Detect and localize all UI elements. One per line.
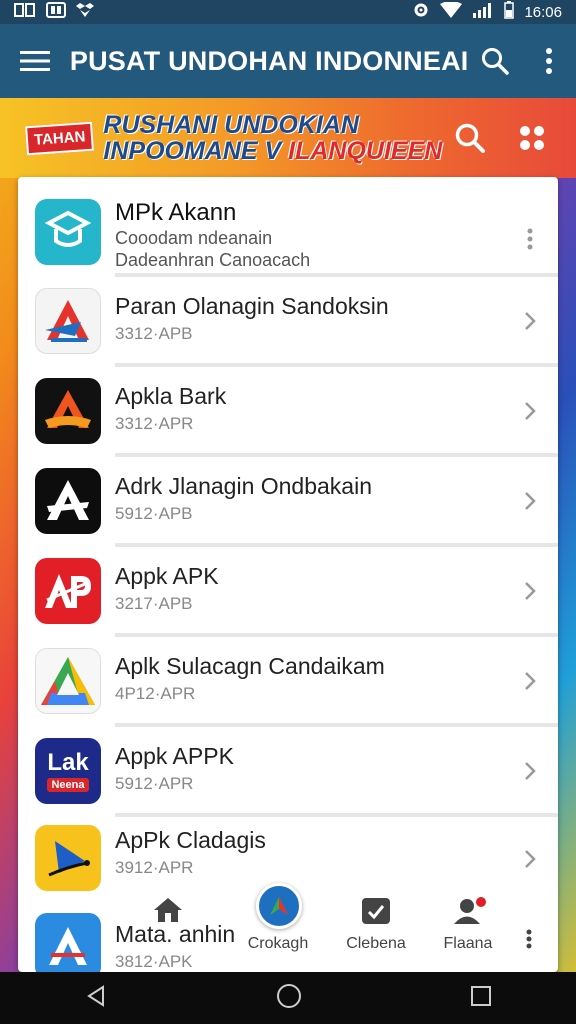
system-navigation-bar (0, 972, 576, 1024)
back-icon (87, 984, 104, 1007)
app-icon-white-a (35, 468, 101, 534)
banner-search-button[interactable] (448, 116, 492, 160)
compass-icon (256, 883, 302, 929)
nav-clebena[interactable]: Clebena (326, 897, 426, 972)
app-meta: 3217·APB (115, 594, 193, 613)
more-vert-icon (527, 228, 533, 250)
battery-icon (504, 1, 515, 23)
banner-apps-button[interactable] (510, 116, 554, 160)
featured-subtitle-1: Cooodam ndeanain (115, 228, 273, 248)
chevron-right-icon (518, 667, 542, 695)
banner-badge: TAHAN (25, 121, 95, 155)
settings-icon (412, 1, 430, 23)
app-icon-ap (35, 558, 101, 624)
chevron-right-icon (518, 577, 542, 605)
app-icon-orange-a (35, 378, 101, 444)
app-meta: 5912·APR (115, 774, 194, 793)
signal-icon (472, 2, 494, 22)
app-meta: 3312·APR (115, 414, 194, 433)
nav-crokagh[interactable]: Crokagh (228, 883, 328, 972)
chevron-right-icon (518, 757, 542, 785)
featured-item[interactable]: MPk Akann Cooodam ndeanain Dadeanhran Ca… (18, 185, 558, 281)
app-icon-rainbow-a (35, 648, 101, 714)
app-name: ApPk Cladagis (115, 827, 266, 853)
nav-flaana[interactable]: Flaana (418, 897, 518, 972)
dropbox-icon (76, 2, 94, 22)
chevron-right-icon (518, 845, 542, 873)
app-title: PUSAT UNDOHAN INDONNEAI (69, 45, 469, 76)
app-meta: 4P12·APR (115, 684, 196, 703)
recents-icon (471, 985, 491, 1006)
overflow-menu-button[interactable] (522, 24, 576, 98)
nav-more-button[interactable] (526, 929, 532, 954)
nav-home[interactable] (118, 897, 218, 972)
featured-app-icon (35, 199, 101, 265)
sim-icon (14, 2, 36, 22)
home-icon (154, 898, 182, 922)
list-item[interactable]: Aplk Sulacagn Candaikam 4P12·APR (18, 637, 558, 726)
banner-line-2-highlight: ILANQUIEEN (288, 137, 443, 165)
app-meta: 3912·APR (115, 858, 194, 877)
app-list-card: MPk Akann Cooodam ndeanain Dadeanhran Ca… (18, 177, 558, 972)
home-circle-icon (277, 983, 301, 1008)
user-icon (454, 897, 486, 924)
list-item[interactable]: Apkla Bark 3312·APR (18, 367, 558, 456)
chevron-right-icon (518, 307, 542, 335)
app-icon-yellow-play (35, 825, 101, 891)
app-meta: 5912·APB (115, 504, 193, 523)
lak-icon-text: Lak (47, 748, 89, 776)
featured-name: MPk Akann (115, 199, 237, 226)
app-meta: 3312·APB (115, 324, 193, 343)
list-item[interactable]: Adrk Jlanagin Ondbakain 5912·APB (18, 457, 558, 546)
back-button[interactable] (84, 984, 108, 1013)
search-icon (455, 123, 485, 153)
check-icon (362, 898, 390, 924)
banner-line-2: INPOOMANE V ILANQUIEEN (103, 138, 442, 164)
home-button[interactable] (276, 983, 302, 1014)
app-name: Appk APK (115, 563, 219, 589)
nav-crokagh-label: Crokagh (247, 935, 309, 952)
app-icon-lak: Lak Neena (35, 738, 101, 804)
chevron-right-icon (518, 397, 542, 425)
app-name: Paran Olanagin Sandoksin (115, 293, 389, 319)
recents-button[interactable] (470, 985, 492, 1012)
banner-line-1: RUSHANI UNDOKIAN (103, 111, 359, 139)
promo-banner: TAHAN RUSHANI UNDOKIAN INPOOMANE V ILANQ… (0, 98, 576, 178)
bottom-navigation: Crokagh Clebena Flaana (18, 883, 558, 972)
app-name: Adrk Jlanagin Ondbakain (115, 473, 372, 499)
app-name: Appk APPK (115, 743, 234, 769)
list-item[interactable]: Appk APK 3217·APB (18, 547, 558, 636)
list-item[interactable]: Lak Neena Appk APPK 5912·APR (18, 727, 558, 816)
apps-icon (520, 126, 544, 150)
app-name: Apkla Bark (115, 383, 227, 409)
app-bar: PUSAT UNDOHAN INDONNEAI (0, 24, 576, 98)
chevron-right-icon (518, 487, 542, 515)
banner-text: RUSHANI UNDOKIAN INPOOMANE V ILANQUIEEN (103, 112, 442, 164)
nav-flaana-label: Flaana (443, 935, 493, 952)
search-icon (482, 48, 510, 75)
more-vert-icon (526, 929, 532, 949)
menu-button[interactable] (0, 24, 70, 98)
status-time: 16:06 (524, 3, 562, 21)
list-item[interactable]: Paran Olanagin Sandoksin 3312·APB (18, 277, 558, 366)
hamburger-icon (19, 51, 50, 71)
search-button[interactable] (468, 24, 522, 98)
banner-line-2-part-a: INPOOMANE V (103, 137, 289, 165)
app-icon-red-blue-a (35, 288, 101, 354)
featured-subtitle-2: Dadeanhran Canoacach (115, 250, 311, 270)
app-name: Aplk Sulacagn Candaikam (115, 653, 385, 679)
more-vert-icon (546, 48, 553, 74)
lak-icon-badge: Neena (47, 777, 89, 792)
wifi-icon (440, 1, 463, 22)
nav-clebena-label: Clebena (346, 935, 406, 952)
featured-more-button[interactable] (518, 225, 542, 253)
notification-icon (46, 2, 66, 22)
status-bar: 16:06 (0, 0, 576, 24)
